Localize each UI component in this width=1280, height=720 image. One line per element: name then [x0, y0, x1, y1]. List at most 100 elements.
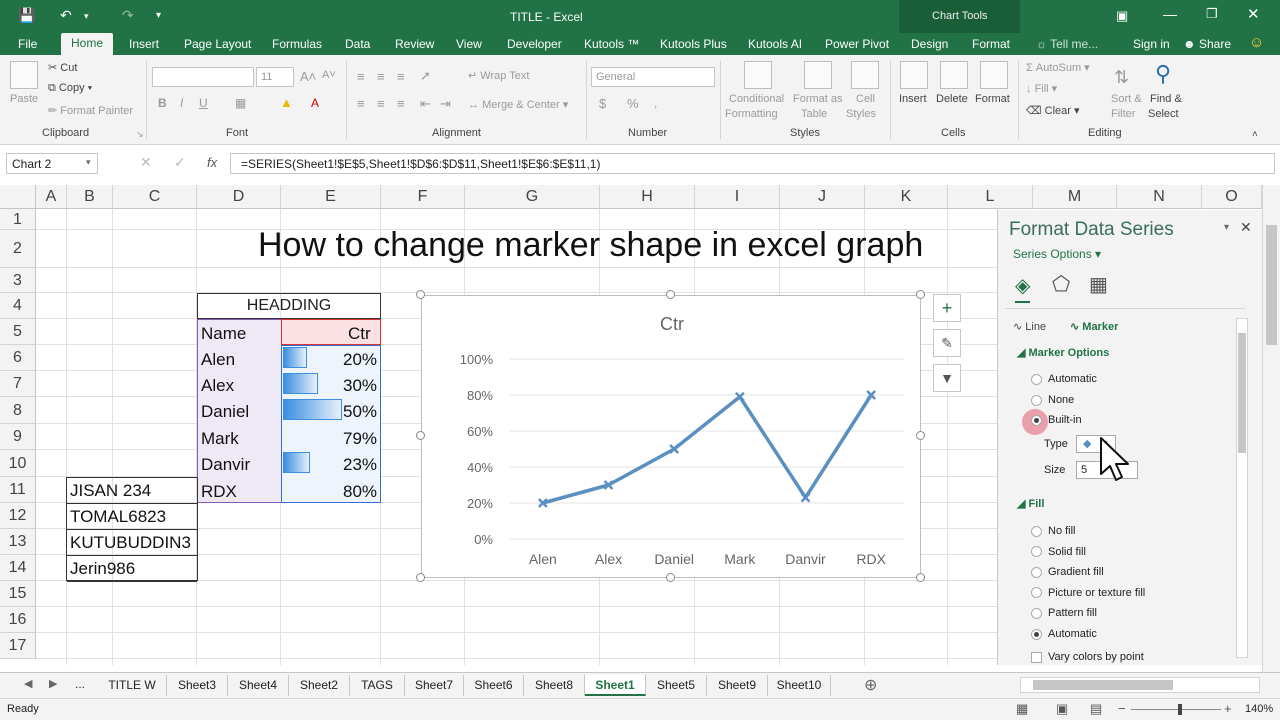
- tab-review[interactable]: Review: [395, 37, 434, 51]
- column-header-j[interactable]: J: [780, 185, 865, 209]
- table-header-cell[interactable]: HEADDING: [197, 293, 381, 319]
- sheet-tab-title-w[interactable]: TITLE W: [98, 675, 167, 696]
- fill-section-header[interactable]: ◢ Fill: [1017, 497, 1044, 510]
- ctr-cell[interactable]: 50%: [340, 399, 380, 425]
- name-box[interactable]: Chart 2: [6, 153, 98, 174]
- chart-resize-handle[interactable]: [666, 290, 675, 299]
- fill-button[interactable]: ↓ Fill ▾: [1026, 82, 1057, 95]
- row-header-11[interactable]: 11: [0, 477, 36, 503]
- underline-icon[interactable]: U: [199, 96, 208, 110]
- row-header-1[interactable]: 1: [0, 209, 36, 230]
- tab-view[interactable]: View: [456, 37, 482, 51]
- pane-options-icon[interactable]: ▾: [1224, 222, 1229, 233]
- cell-styles-label[interactable]: Styles: [846, 108, 876, 120]
- pane-scroll-thumb[interactable]: [1238, 333, 1246, 453]
- delete-cells-icon[interactable]: [940, 61, 968, 89]
- filter-label[interactable]: Filter: [1111, 108, 1135, 120]
- marker-options-header[interactable]: ◢ Marker Options: [1017, 346, 1109, 359]
- paste-label[interactable]: Paste: [10, 93, 38, 105]
- row-header-9[interactable]: 9: [0, 424, 36, 450]
- zoom-slider-thumb[interactable]: [1178, 704, 1182, 715]
- name-cell[interactable]: Mark: [198, 426, 242, 452]
- row-header-13[interactable]: 13: [0, 529, 36, 555]
- vary-colors-checkbox[interactable]: Vary colors by point: [1031, 651, 1144, 663]
- number-format-select[interactable]: General: [591, 67, 715, 87]
- fill-color-icon[interactable]: ▲: [280, 95, 293, 110]
- effects-tab-icon[interactable]: ⬠: [1052, 272, 1070, 297]
- smiley-feedback-icon[interactable]: ☺: [1249, 34, 1264, 51]
- fill-option-radio[interactable]: Picture or texture fill: [1031, 587, 1145, 599]
- horizontal-scroll-thumb[interactable]: [1033, 680, 1173, 690]
- chart-resize-handle[interactable]: [916, 431, 925, 440]
- conditional-formatting-icon[interactable]: [744, 61, 772, 89]
- marker-subtab[interactable]: ∿ Marker: [1070, 320, 1118, 333]
- marker-builtin-radio[interactable]: Built-in: [1031, 414, 1082, 426]
- paste-icon[interactable]: [10, 61, 38, 89]
- row-header-7[interactable]: 7: [0, 371, 36, 397]
- chart-resize-handle[interactable]: [416, 431, 425, 440]
- sheet-tab-sheet9[interactable]: Sheet9: [707, 675, 768, 696]
- select-all-corner[interactable]: [0, 185, 36, 209]
- vertical-scrollbar[interactable]: [1262, 185, 1280, 672]
- col-ctr-header[interactable]: Ctr: [345, 321, 374, 347]
- formatting-label[interactable]: Formatting: [725, 108, 778, 120]
- cut-button[interactable]: ✂ Cut: [48, 61, 77, 74]
- shrink-font-icon[interactable]: A˅: [322, 69, 336, 81]
- format-as-table-icon[interactable]: [804, 61, 832, 89]
- customize-qat-icon[interactable]: ▾: [156, 10, 161, 21]
- row-header-17[interactable]: 17: [0, 633, 36, 659]
- tab-page-layout[interactable]: Page Layout: [184, 37, 251, 51]
- align-middle-icon[interactable]: ≡: [377, 69, 385, 84]
- column-header-h[interactable]: H: [600, 185, 695, 209]
- fill-option-radio[interactable]: Automatic: [1031, 628, 1097, 640]
- format-cells-label[interactable]: Format: [975, 93, 1010, 105]
- sheet-tab-sheet10[interactable]: Sheet10: [768, 675, 831, 696]
- zoom-out-icon[interactable]: −: [1118, 701, 1126, 716]
- sheet-tab-sheet5[interactable]: Sheet5: [646, 675, 707, 696]
- save-icon[interactable]: 💾: [18, 7, 35, 24]
- row-header-6[interactable]: 6: [0, 345, 36, 371]
- column-header-d[interactable]: D: [197, 185, 281, 209]
- tab-kutools-plus[interactable]: Kutools Plus: [660, 37, 727, 51]
- fill-option-radio[interactable]: Gradient fill: [1031, 566, 1104, 578]
- name-cell[interactable]: Alex: [198, 373, 237, 399]
- column-header-g[interactable]: G: [465, 185, 600, 209]
- tell-me-search[interactable]: ☼ Tell me...: [1036, 37, 1098, 51]
- b-list-cell[interactable]: JISAN 234: [67, 478, 197, 504]
- ctr-cell[interactable]: 79%: [340, 426, 380, 452]
- borders-icon[interactable]: ▦: [235, 96, 246, 110]
- tab-power-pivot[interactable]: Power Pivot: [825, 37, 889, 51]
- sheet-tab-sheet7[interactable]: Sheet7: [405, 675, 464, 696]
- row-header-3[interactable]: 3: [0, 268, 36, 293]
- select-label[interactable]: Select: [1148, 108, 1179, 120]
- tab-kutools-ai[interactable]: Kutools AI: [748, 37, 802, 51]
- tab-insert[interactable]: Insert: [129, 37, 159, 51]
- vertical-scroll-thumb[interactable]: [1266, 225, 1277, 345]
- collapse-ribbon-icon[interactable]: ˄: [1252, 129, 1258, 140]
- chart-resize-handle[interactable]: [416, 573, 425, 582]
- series-options-tab-icon[interactable]: ▦: [1089, 272, 1108, 297]
- ctr-cell[interactable]: 23%: [340, 452, 380, 478]
- conditional-label[interactable]: Conditional: [729, 93, 784, 105]
- column-header-c[interactable]: C: [113, 185, 197, 209]
- page-layout-view-icon[interactable]: ▣: [1056, 701, 1068, 717]
- b-list-cell[interactable]: Jerin986: [67, 556, 197, 582]
- fill-line-tab-icon[interactable]: ◈: [1015, 273, 1031, 303]
- column-header-f[interactable]: F: [381, 185, 465, 209]
- tab-developer[interactable]: Developer: [507, 37, 562, 51]
- sheet-tab-tags[interactable]: TAGS: [350, 675, 405, 696]
- ctr-cell[interactable]: 80%: [340, 479, 380, 505]
- align-left-icon[interactable]: ≡: [357, 96, 365, 111]
- row-header-12[interactable]: 12: [0, 503, 36, 529]
- find-icon[interactable]: ⚲: [1155, 61, 1171, 87]
- ctr-cell[interactable]: 20%: [340, 347, 380, 373]
- grow-font-icon[interactable]: A˄: [300, 69, 316, 84]
- font-size-select[interactable]: 11: [256, 67, 294, 87]
- align-top-icon[interactable]: ≡: [357, 69, 365, 84]
- decrease-indent-icon[interactable]: ⇤: [420, 96, 431, 112]
- table-label[interactable]: Table: [801, 108, 827, 120]
- col-name-header[interactable]: Name: [198, 321, 249, 347]
- undo-dropdown-icon[interactable]: ▾: [84, 11, 89, 22]
- sort-filter-icon[interactable]: ⇅: [1114, 67, 1129, 88]
- orientation-icon[interactable]: ➚: [420, 68, 431, 84]
